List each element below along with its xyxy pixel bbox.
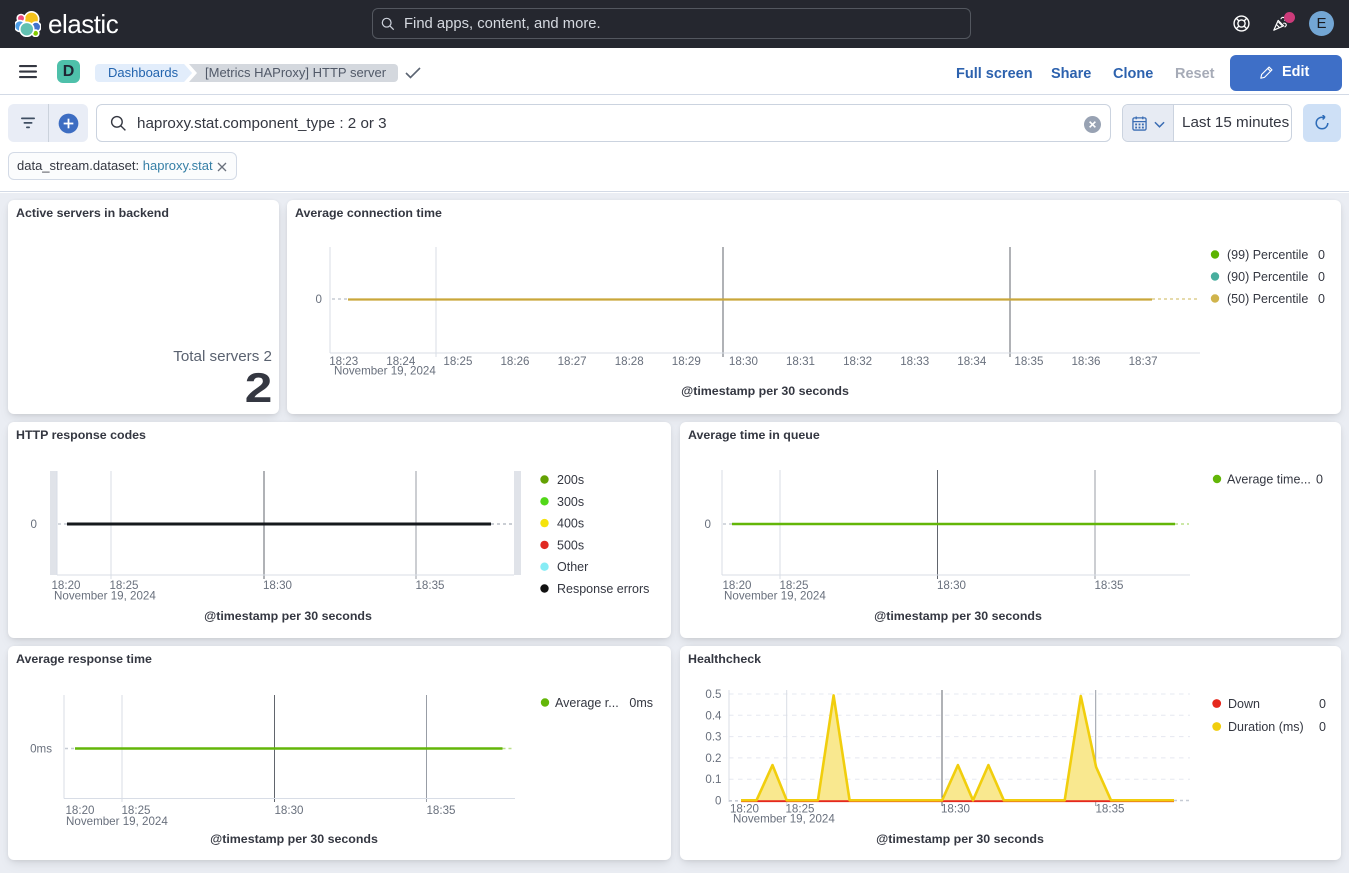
svg-text:November 19, 2024: November 19, 2024 [334,365,436,378]
svg-text:18:25: 18:25 [443,355,472,368]
svg-text:18:36: 18:36 [1071,355,1100,368]
svg-text:18:27: 18:27 [558,355,587,368]
svg-text:18:30: 18:30 [729,355,758,368]
svg-text:400s: 400s [557,517,584,531]
svg-text:0: 0 [705,518,711,531]
svg-text:@timestamp per 30 seconds: @timestamp per 30 seconds [204,609,372,623]
svg-text:0: 0 [1318,292,1325,306]
svg-text:18:35: 18:35 [415,579,444,592]
svg-text:0: 0 [1318,248,1325,262]
svg-text:0.5: 0.5 [705,688,721,701]
svg-text:(50) Percentile: (50) Percentile [1227,292,1308,306]
svg-text:0ms: 0ms [629,696,653,710]
svg-text:200s: 200s [557,473,584,487]
svg-text:0: 0 [31,518,37,531]
svg-text:0: 0 [316,293,322,306]
svg-text:18:30: 18:30 [937,579,966,592]
svg-text:@timestamp per 30 seconds: @timestamp per 30 seconds [876,832,1044,846]
svg-text:@timestamp per 30 seconds: @timestamp per 30 seconds [874,609,1042,623]
svg-text:Average r...: Average r... [555,696,619,710]
svg-text:November 19, 2024: November 19, 2024 [66,815,168,828]
svg-text:18:35: 18:35 [1095,803,1124,816]
svg-text:300s: 300s [557,495,584,509]
svg-text:0: 0 [1319,720,1326,734]
svg-text:18:35: 18:35 [1094,579,1123,592]
svg-text:(90) Percentile: (90) Percentile [1227,270,1308,284]
svg-text:18:30: 18:30 [263,579,292,592]
svg-text:Duration (ms): Duration (ms) [1228,720,1304,734]
svg-text:18:35: 18:35 [1014,355,1043,368]
svg-text:0.2: 0.2 [705,752,721,765]
svg-text:0: 0 [1316,473,1323,487]
svg-text:18:30: 18:30 [941,803,970,816]
svg-text:18:29: 18:29 [672,355,701,368]
svg-text:0: 0 [715,795,721,808]
svg-text:18:30: 18:30 [274,804,303,817]
svg-text:0.1: 0.1 [705,773,721,786]
svg-text:18:37: 18:37 [1129,355,1158,368]
svg-text:@timestamp per 30 seconds: @timestamp per 30 seconds [210,832,378,846]
svg-text:500s: 500s [557,538,584,552]
svg-text:November 19, 2024: November 19, 2024 [733,813,835,826]
svg-text:(99) Percentile: (99) Percentile [1227,248,1308,262]
svg-text:November 19, 2024: November 19, 2024 [724,590,826,603]
svg-text:0ms: 0ms [30,743,52,756]
svg-text:18:28: 18:28 [615,355,644,368]
svg-text:18:31: 18:31 [786,355,815,368]
svg-text:Average time...: Average time... [1227,473,1311,487]
svg-text:November 19, 2024: November 19, 2024 [54,590,156,603]
svg-text:@timestamp per 30 seconds: @timestamp per 30 seconds [681,384,849,398]
svg-text:0: 0 [1319,697,1326,711]
svg-text:Other: Other [557,560,588,574]
svg-text:0.4: 0.4 [705,709,722,722]
svg-text:Down: Down [1228,697,1260,711]
svg-text:18:33: 18:33 [900,355,929,368]
svg-text:18:34: 18:34 [957,355,987,368]
svg-text:18:32: 18:32 [843,355,872,368]
svg-text:18:35: 18:35 [426,804,455,817]
svg-text:18:26: 18:26 [500,355,529,368]
svg-text:Response errors: Response errors [557,582,649,596]
svg-text:0: 0 [1318,270,1325,284]
svg-text:0.3: 0.3 [705,731,721,744]
